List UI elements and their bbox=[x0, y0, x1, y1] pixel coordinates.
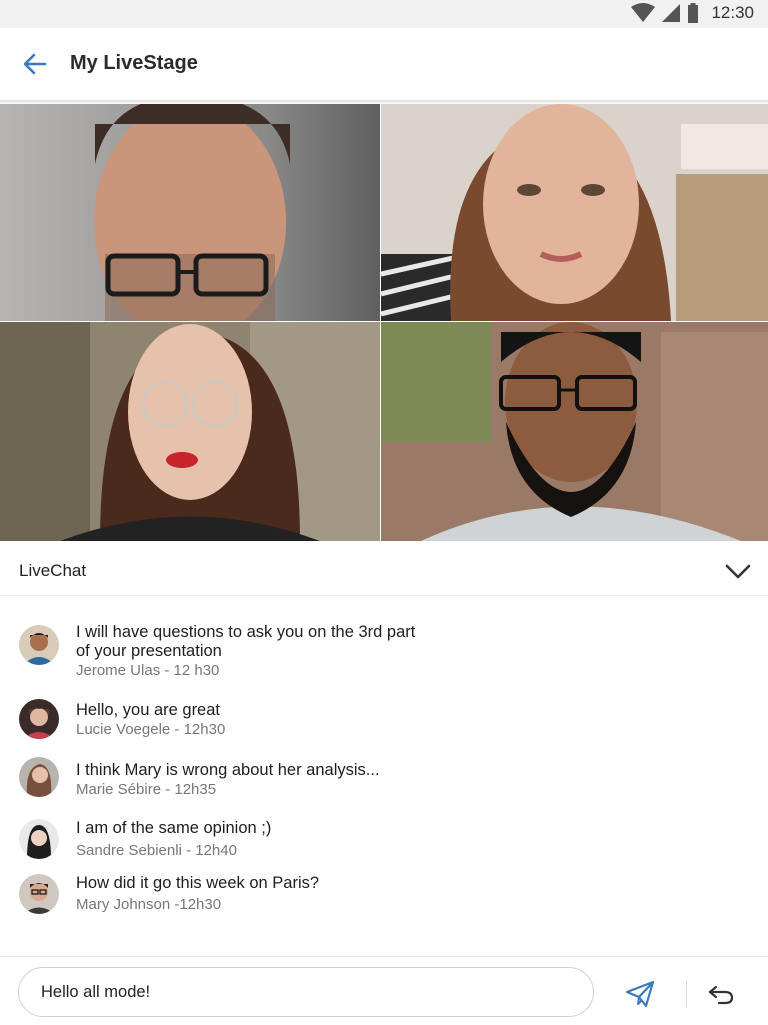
message-text: I will have questions to ask you on the … bbox=[76, 623, 416, 660]
app-bar: My LiveStage bbox=[0, 28, 768, 102]
participant-2-video bbox=[381, 104, 768, 321]
back-button[interactable] bbox=[20, 50, 50, 78]
message-meta: Sandre Sebienli - 12h40 bbox=[76, 842, 237, 859]
avatar bbox=[19, 819, 59, 859]
page-title: My LiveStage bbox=[70, 52, 198, 74]
video-tile-participant-1[interactable] bbox=[0, 104, 380, 321]
signal-icon bbox=[662, 4, 681, 22]
livechat-header: LiveChat bbox=[0, 545, 768, 596]
arrow-left-icon bbox=[23, 53, 47, 75]
message-text: I think Mary is wrong about her analysis… bbox=[76, 761, 380, 779]
avatar bbox=[19, 874, 59, 914]
undo-button[interactable] bbox=[706, 979, 736, 1009]
chevron-down-icon bbox=[725, 564, 751, 579]
avatar bbox=[19, 699, 59, 739]
battery-icon bbox=[688, 3, 699, 23]
paper-plane-icon bbox=[625, 980, 655, 1008]
status-time: 12:30 bbox=[711, 3, 754, 22]
livechat-collapse-button[interactable] bbox=[724, 557, 752, 585]
avatar bbox=[19, 625, 59, 665]
message-meta: Jerome Ulas - 12 h30 bbox=[76, 662, 220, 679]
wifi-icon bbox=[631, 3, 656, 22]
composer-divider bbox=[686, 981, 687, 1007]
livechat-title: LiveChat bbox=[19, 561, 87, 580]
participant-4-video bbox=[381, 322, 768, 541]
undo-icon bbox=[708, 985, 734, 1005]
send-button[interactable] bbox=[624, 979, 656, 1009]
message-input[interactable] bbox=[18, 967, 594, 1017]
video-grid bbox=[0, 104, 768, 541]
message-text: How did it go this week on Paris? bbox=[76, 874, 320, 892]
participant-3-video bbox=[0, 322, 380, 541]
status-bar: 12:30 bbox=[0, 0, 768, 28]
message-composer bbox=[0, 956, 768, 1025]
message-meta: Mary Johnson -12h30 bbox=[76, 896, 222, 913]
video-tile-participant-3[interactable] bbox=[0, 322, 380, 541]
message-meta: Lucie Voegele - 12h30 bbox=[76, 721, 226, 738]
video-tile-participant-2[interactable] bbox=[381, 104, 768, 321]
video-tile-participant-4[interactable] bbox=[381, 322, 768, 541]
status-icons: 12:30 bbox=[631, 3, 754, 23]
message-meta: Marie Sébire - 12h35 bbox=[76, 781, 217, 798]
message-text: Hello, you are great bbox=[76, 701, 220, 719]
avatar bbox=[19, 757, 59, 797]
message-text: I am of the same opinion ;) bbox=[76, 819, 272, 837]
participant-1-video bbox=[0, 104, 380, 321]
